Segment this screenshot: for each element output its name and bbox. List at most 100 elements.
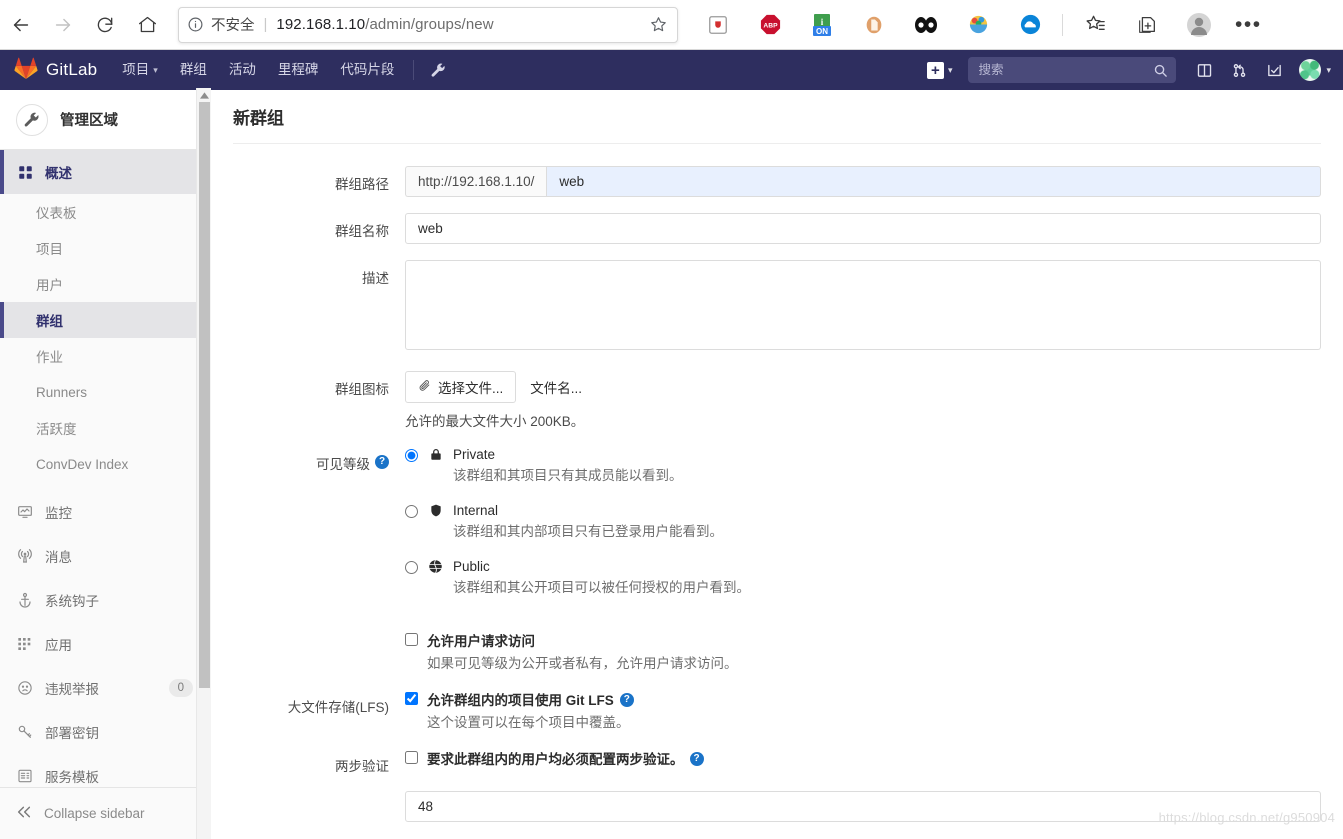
visibility-label-wrap: 可见等级 ? <box>211 446 405 614</box>
user-menu[interactable]: ▾ <box>1293 59 1331 81</box>
more-dots-icon[interactable]: ••• <box>1225 13 1272 37</box>
visibility-radio-public[interactable] <box>405 561 418 574</box>
nav-link-projects[interactable]: 项目▾ <box>111 50 169 90</box>
favorites-star-list-icon[interactable] <box>1069 3 1121 47</box>
issue-boards-icon[interactable] <box>1188 62 1221 79</box>
nav-link-snippets[interactable]: 代码片段 <box>329 50 405 90</box>
panda-extension-icon[interactable] <box>900 3 952 47</box>
sidebar-scrollbar-track[interactable] <box>196 88 211 839</box>
colorful-extension-icon[interactable] <box>952 3 1004 47</box>
sidebar-subitem-dashboard[interactable]: 仪表板 <box>0 194 209 230</box>
lfs-title-wrap: 允许群组内的项目使用 Git LFS ? <box>427 689 634 709</box>
visibility-option-internal[interactable]: Internal 该群组和其内部项目只有已登录用户能看到。 <box>405 502 1321 541</box>
admin-area-wrench-icon[interactable] <box>422 62 455 79</box>
broadcast-icon <box>16 548 34 564</box>
description-label: 描述 <box>211 260 405 355</box>
choose-file-button[interactable]: 选择文件... <box>405 371 516 403</box>
sidebar-context-header[interactable]: 管理区域 <box>0 90 209 150</box>
maxthon-extension-icon[interactable] <box>692 3 744 47</box>
browser-toolbar: 不安全 | 192.168.1.10/admin/groups/new ABP … <box>0 0 1343 50</box>
sidebar-item-service-templates[interactable]: 服务模板 <box>0 754 209 787</box>
two-factor-label: 两步验证 <box>211 748 405 775</box>
new-group-form: 群组路径 http://192.168.1.10/ 群组名称 描述 <box>211 144 1343 822</box>
sidebar-item-overview[interactable]: 概述 <box>0 150 209 194</box>
template-icon <box>16 768 34 784</box>
document-extension-icon[interactable] <box>848 3 900 47</box>
choose-file-label: 选择文件... <box>438 377 503 397</box>
group-avatar-hint: 允许的最大文件大小 200KB。 <box>405 410 1321 430</box>
question-help-icon[interactable]: ? <box>620 693 634 707</box>
grace-period-input[interactable] <box>405 791 1321 822</box>
sidebar-item-messages[interactable]: 消息 <box>0 534 209 578</box>
sidebar-subitem-groups[interactable]: 群组 <box>0 302 209 338</box>
question-help-icon[interactable]: ? <box>375 455 389 469</box>
sidebar-item-system-hooks[interactable]: 系统钩子 <box>0 578 209 622</box>
new-item-dropdown[interactable]: + ▾ <box>919 62 961 79</box>
sidebar-subitem-users[interactable]: 用户 <box>0 266 209 302</box>
collapse-sidebar-label: Collapse sidebar <box>44 806 145 821</box>
sidebar-item-deploy-keys[interactable]: 部署密钥 <box>0 710 209 754</box>
forward-button <box>42 4 84 46</box>
adblock-plus-icon[interactable]: ABP <box>744 3 796 47</box>
request-access-checkbox[interactable] <box>405 633 418 646</box>
sidebar-subitem-convdev-index[interactable]: ConvDev Index <box>0 446 209 482</box>
nav-link-milestones[interactable]: 里程碑 <box>267 50 330 90</box>
request-access-checkbox-row[interactable]: 允许用户请求访问 如果可见等级为公开或者私有，允许用户请求访问。 <box>405 630 1321 673</box>
nav-link-label: 代码片段 <box>340 50 394 90</box>
reload-button[interactable] <box>84 4 126 46</box>
url-text: 192.168.1.10/admin/groups/new <box>276 16 493 33</box>
screenshot-root: 不安全 | 192.168.1.10/admin/groups/new ABP … <box>0 0 1343 839</box>
noscript-on-icon[interactable]: iON <box>796 3 848 47</box>
sidebar-subitem-label: 用户 <box>36 274 63 294</box>
todos-icon[interactable] <box>1258 62 1291 79</box>
gitlab-nav-links: 项目▾ 群组 活动 里程碑 代码片段 <box>111 50 455 90</box>
group-name-input[interactable] <box>405 213 1321 244</box>
profile-avatar-icon[interactable] <box>1173 3 1225 47</box>
sidebar-subitem-label: 仪表板 <box>36 202 77 222</box>
sidebar-item-monitoring[interactable]: 监控 <box>0 490 209 534</box>
nav-link-label: 项目 <box>122 50 149 90</box>
home-button[interactable] <box>126 4 168 46</box>
two-factor-checkbox-row[interactable]: 要求此群组内的用户均必须配置两步验证。 ? <box>405 748 1321 768</box>
question-help-icon[interactable]: ? <box>690 752 704 766</box>
admin-sidebar: 管理区域 概述 仪表板 项目 用户 群组 作业 Runners 活跃度 Conv… <box>0 90 210 839</box>
lfs-checkbox-row[interactable]: 允许群组内的项目使用 Git LFS ? 这个设置可以在每个项目中覆盖。 <box>405 689 1321 732</box>
visibility-option-public[interactable]: Public 该群组和其公开项目可以被任何授权的用户看到。 <box>405 558 1321 597</box>
two-factor-checkbox[interactable] <box>405 751 418 764</box>
collections-icon[interactable] <box>1121 3 1173 47</box>
nav-link-groups[interactable]: 群组 <box>169 50 218 90</box>
form-row-visibility: 可见等级 ? Private 该群组和其项目只有其成员能以看到。 <box>211 446 1343 614</box>
bookmark-star-icon[interactable] <box>649 15 669 35</box>
sidebar-subitem-jobs[interactable]: 作业 <box>0 338 209 374</box>
collapse-sidebar-button[interactable]: Collapse sidebar <box>0 787 209 839</box>
back-button[interactable] <box>0 4 42 46</box>
gitlab-logo-link[interactable]: GitLab <box>0 57 111 84</box>
sidebar-subitem-label: ConvDev Index <box>36 457 128 472</box>
sidebar-context-label: 管理区域 <box>60 109 118 130</box>
sidebar-item-label: 服务模板 <box>45 766 99 786</box>
description-textarea[interactable] <box>405 260 1321 350</box>
sidebar-subitem-runners[interactable]: Runners <box>0 374 209 410</box>
visibility-option-private[interactable]: Private 该群组和其项目只有其成员能以看到。 <box>405 446 1321 485</box>
visibility-radio-internal[interactable] <box>405 505 418 518</box>
scrollbar-up-arrow-icon[interactable] <box>197 88 211 102</box>
onedrive-extension-icon[interactable] <box>1004 3 1056 47</box>
visibility-radio-private[interactable] <box>405 449 418 462</box>
sidebar-subitem-projects[interactable]: 项目 <box>0 230 209 266</box>
sidebar-scrollbar-thumb[interactable] <box>199 102 210 688</box>
merge-requests-icon[interactable] <box>1223 62 1256 79</box>
sidebar-subitem-activity[interactable]: 活跃度 <box>0 410 209 446</box>
sidebar-subitem-label: 项目 <box>36 238 63 258</box>
search-input[interactable] <box>976 62 1153 78</box>
sidebar-item-applications[interactable]: 应用 <box>0 622 209 666</box>
visibility-public-desc: 该群组和其公开项目可以被任何授权的用户看到。 <box>453 578 1321 597</box>
global-search-box[interactable] <box>968 57 1176 83</box>
lfs-checkbox[interactable] <box>405 692 418 705</box>
nav-link-activity[interactable]: 活动 <box>218 50 267 90</box>
sidebar-subitem-label: 活跃度 <box>36 418 77 438</box>
info-circle-icon <box>187 16 205 34</box>
address-bar[interactable]: 不安全 | 192.168.1.10/admin/groups/new <box>178 7 678 43</box>
page-title: 新群组 <box>211 90 1343 129</box>
sidebar-item-abuse-reports[interactable]: 违规举报 0 <box>0 666 209 710</box>
group-path-input[interactable] <box>546 166 1321 197</box>
